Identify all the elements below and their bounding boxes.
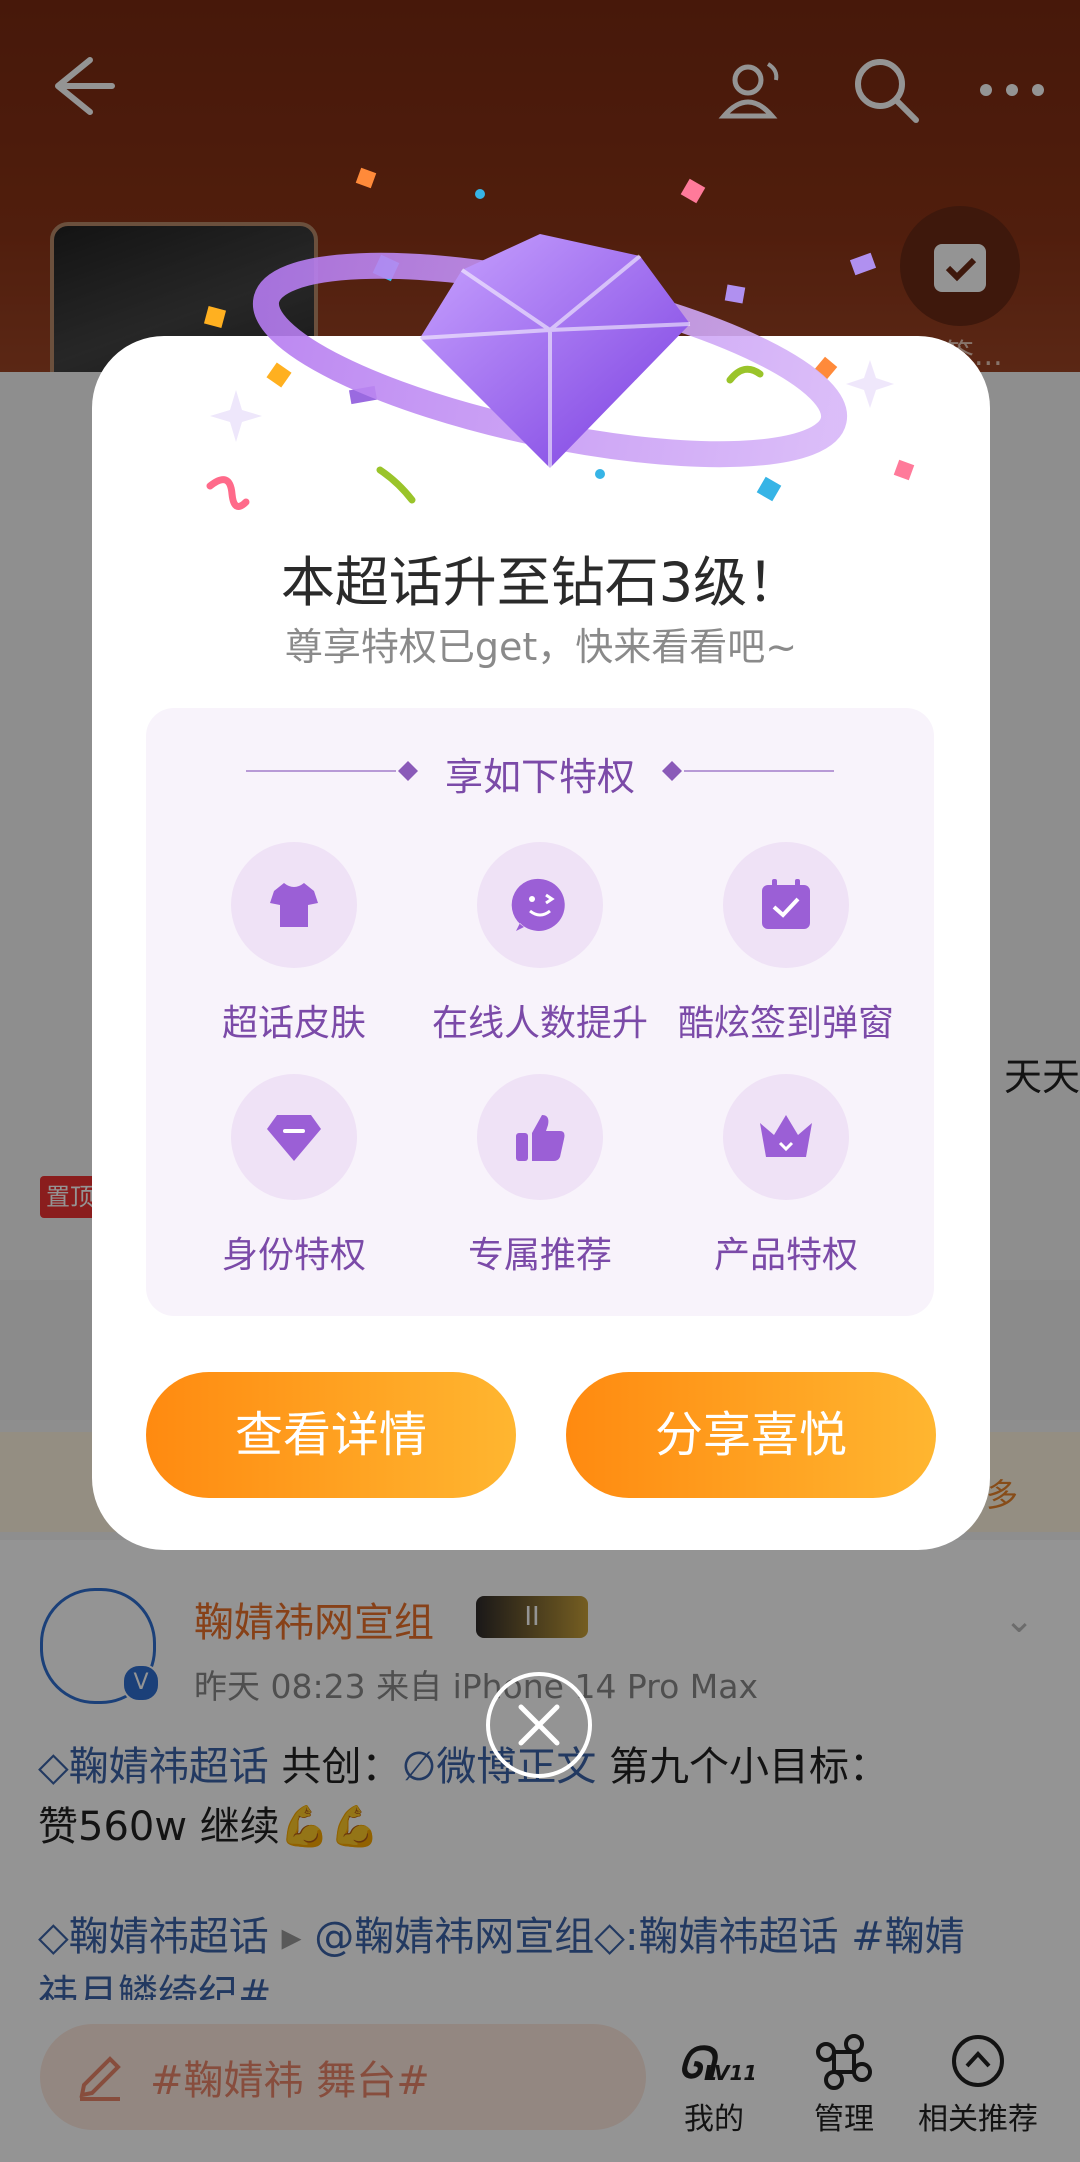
perk-label: 专属推荐	[467, 1235, 612, 1276]
thumbs-up-icon	[516, 1115, 565, 1161]
perk-identity[interactable]: 身份特权	[174, 1074, 414, 1278]
perk-checkin-popup[interactable]: 酷炫签到弹窗	[666, 842, 906, 1046]
calendar-check-icon	[762, 879, 810, 929]
close-icon	[518, 1704, 560, 1746]
shirt-icon	[270, 883, 318, 927]
perk-label: 超话皮肤	[221, 1003, 366, 1044]
modal-title: 本超话升至钻石3级！	[280, 551, 802, 614]
wink-face-icon	[511, 878, 565, 931]
perk-skin[interactable]: 超话皮肤	[174, 842, 414, 1046]
perk-exclusive-recommend[interactable]: 专属推荐	[420, 1074, 660, 1278]
crown-icon	[760, 1115, 812, 1157]
perks-heading: 享如下特权	[444, 755, 635, 799]
diamond-icon	[267, 1115, 321, 1161]
view-details-button[interactable]: 查看详情	[146, 1372, 516, 1498]
perk-online-count[interactable]: 在线人数提升	[420, 842, 660, 1046]
share-joy-button[interactable]: 分享喜悦	[566, 1372, 936, 1498]
close-modal-button[interactable]	[486, 1672, 592, 1778]
perk-label: 在线人数提升	[431, 1003, 648, 1044]
diamond-gem-icon	[252, 234, 848, 468]
perk-label: 身份特权	[221, 1235, 366, 1276]
perk-product[interactable]: 产品特权	[666, 1074, 906, 1278]
perk-label: 酷炫签到弹窗	[677, 1003, 894, 1044]
modal-subtitle: 尊享特权已get，快来看看吧~	[284, 625, 798, 669]
perk-label: 产品特权	[713, 1235, 858, 1276]
